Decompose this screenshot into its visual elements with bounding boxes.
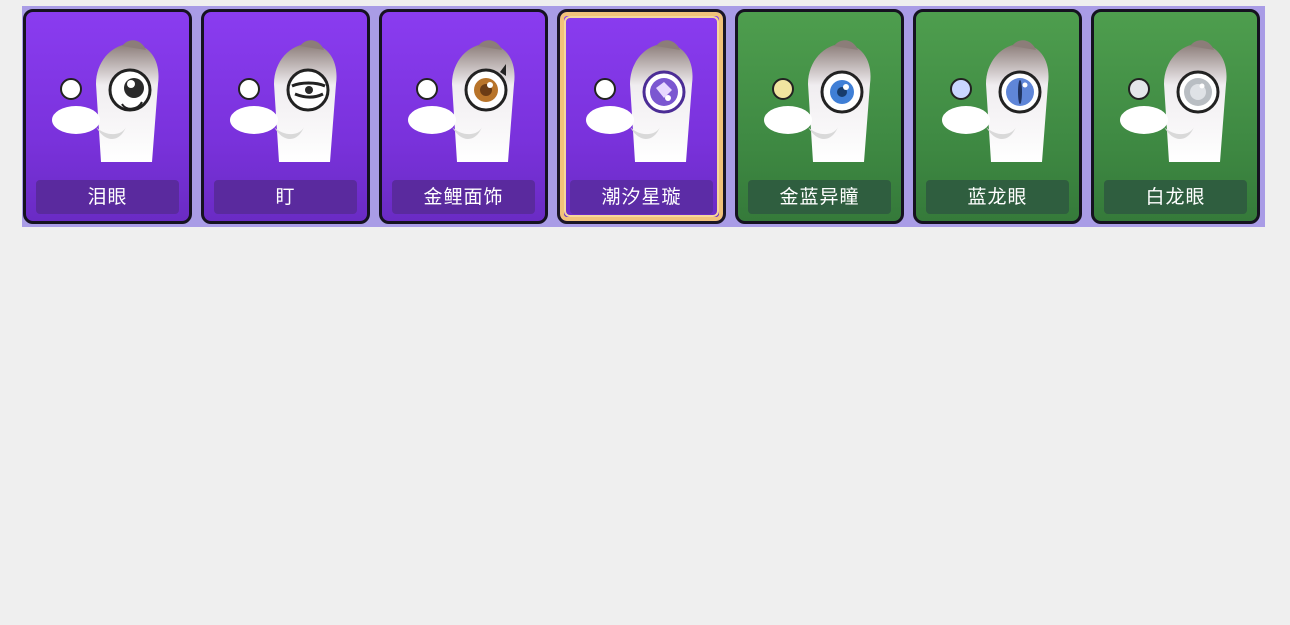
character-portrait-icon: [1120, 40, 1227, 162]
eye-card-tear[interactable]: 泪眼: [23, 9, 192, 224]
character-portrait-icon: [52, 40, 159, 162]
character-portrait-icon: [764, 40, 871, 162]
eye-card-label: 盯: [214, 180, 357, 214]
eye-card-stare[interactable]: 盯: [201, 9, 370, 224]
eye-skin-strip: 泪眼 盯 金鲤面饰 潮汐星璇 金蓝异瞳 蓝龙眼 白龙眼: [22, 6, 1265, 227]
eye-card-heterochromia[interactable]: 金蓝异瞳: [735, 9, 904, 224]
eye-card-white-dragon[interactable]: 白龙眼: [1091, 9, 1260, 224]
eye-card-blue-dragon[interactable]: 蓝龙眼: [913, 9, 1082, 224]
character-portrait-icon: [230, 40, 337, 162]
character-portrait-icon: [942, 40, 1049, 162]
eye-card-label: 潮汐星璇: [570, 180, 713, 214]
character-portrait-icon: [408, 40, 515, 162]
eye-card-golden-carp[interactable]: 金鲤面饰: [379, 9, 548, 224]
eye-card-label: 白龙眼: [1104, 180, 1247, 214]
eye-card-label: 蓝龙眼: [926, 180, 1069, 214]
eye-card-label: 金鲤面饰: [392, 180, 535, 214]
eye-card-label: 泪眼: [36, 180, 179, 214]
character-portrait-icon: [586, 40, 693, 162]
eye-card-tidal-star[interactable]: 潮汐星璇: [557, 9, 726, 224]
eye-card-label: 金蓝异瞳: [748, 180, 891, 214]
